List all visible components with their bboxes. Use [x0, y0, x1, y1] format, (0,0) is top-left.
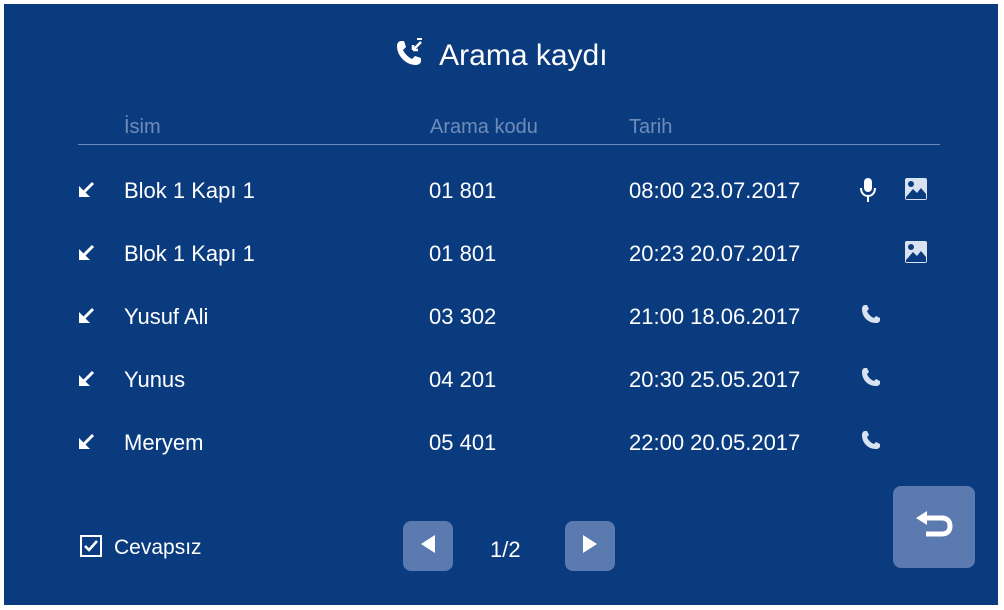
row-datetime: 21:00 18.06.2017: [629, 304, 801, 329]
call-log-icon: [394, 38, 426, 76]
triangle-right-icon: [581, 534, 599, 559]
incoming-arrow-icon: [76, 369, 96, 394]
row-code: 01 801: [429, 241, 497, 266]
row-name: Blok 1 Kapı 1: [124, 241, 255, 266]
phone-icon[interactable]: [860, 429, 882, 456]
missed-filter-checkbox[interactable]: [80, 535, 102, 557]
column-header-code: Arama kodu: [430, 116, 538, 138]
row-name: Yunus: [124, 367, 186, 392]
table-row[interactable]: Blok 1 Kapı 1 01 801 08:00 23.07.2017: [4, 170, 998, 210]
header-divider: [78, 144, 940, 145]
missed-filter-label[interactable]: Cevapsız: [114, 536, 202, 560]
row-code: 03 302: [429, 304, 497, 329]
image-icon[interactable]: [904, 240, 928, 269]
previous-page-button[interactable]: [403, 521, 453, 571]
incoming-arrow-icon: [76, 432, 96, 457]
row-datetime: 22:00 20.05.2017: [629, 430, 801, 455]
triangle-left-icon: [419, 534, 437, 559]
microphone-icon[interactable]: [860, 177, 876, 208]
phone-icon[interactable]: [860, 303, 882, 330]
row-code: 04 201: [429, 367, 497, 392]
row-code: 05 401: [429, 430, 497, 455]
table-row[interactable]: Yunus 04 201 20:30 25.05.2017: [4, 359, 998, 399]
row-datetime: 08:00 23.07.2017: [629, 178, 801, 203]
call-log-screen: Arama kaydı İsim Arama kodu Tarih Blok 1…: [4, 4, 998, 605]
column-header-name: İsim: [124, 116, 161, 138]
page-indicator: 1/2: [490, 537, 521, 562]
row-name: Meryem: [124, 430, 204, 455]
next-page-button[interactable]: [565, 521, 615, 571]
row-datetime: 20:30 25.05.2017: [629, 367, 801, 392]
title-text: Arama kaydı: [439, 39, 608, 72]
row-name: Yusuf Ali: [124, 304, 209, 329]
table-row[interactable]: Meryem 05 401 22:00 20.05.2017: [4, 422, 998, 462]
incoming-arrow-icon: [76, 243, 96, 268]
back-button[interactable]: [893, 486, 975, 568]
return-arrow-icon: [914, 510, 954, 545]
incoming-arrow-icon: [76, 306, 96, 331]
page-title: Arama kaydı: [4, 38, 998, 76]
phone-icon[interactable]: [860, 366, 882, 393]
row-code: 01 801: [429, 178, 497, 203]
table-row[interactable]: Yusuf Ali 03 302 21:00 18.06.2017: [4, 296, 998, 336]
incoming-arrow-icon: [76, 180, 96, 205]
row-name: Blok 1 Kapı 1: [124, 178, 255, 203]
image-icon[interactable]: [904, 177, 928, 206]
table-row[interactable]: Blok 1 Kapı 1 01 801 20:23 20.07.2017: [4, 233, 998, 273]
column-header-date: Tarih: [629, 116, 673, 138]
row-datetime: 20:23 20.07.2017: [629, 241, 801, 266]
